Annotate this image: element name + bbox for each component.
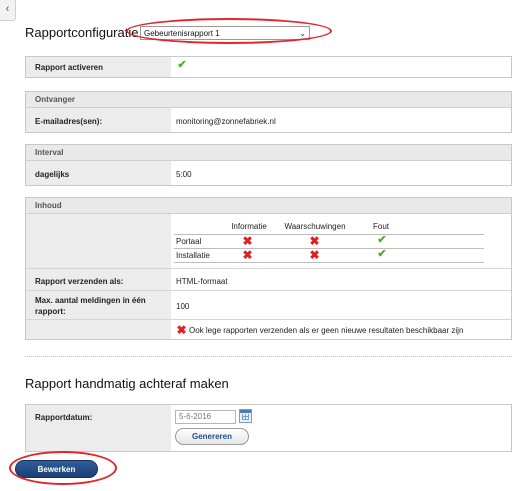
recipient-section-title: Ontvanger	[26, 92, 511, 108]
check-icon[interactable]: ✔	[176, 60, 188, 71]
row-label-installatie: Installatie	[176, 251, 210, 260]
x-icon[interactable]: ✖	[309, 235, 320, 247]
x-icon[interactable]: ✖	[309, 249, 320, 261]
max-notifications-label-line1: Max. aantal meldingen in één	[35, 296, 146, 305]
x-icon[interactable]: ✖	[242, 249, 253, 261]
empty-reports-text: Ook lege rapporten verzenden als er geen…	[189, 326, 464, 335]
back-tab[interactable]: ‹	[0, 0, 16, 21]
section-divider	[25, 356, 512, 357]
interval-panel: Interval dagelijks 5:00	[25, 144, 512, 186]
content-section-title: Inhoud	[26, 198, 511, 214]
check-icon[interactable]: ✔	[376, 235, 388, 246]
x-icon[interactable]: ✖	[176, 324, 187, 336]
email-label: E-mailadres(sen):	[35, 117, 103, 126]
row-label-portaal: Portaal	[176, 237, 202, 246]
report-date-label: Rapportdatum:	[35, 413, 93, 422]
send-as-value: HTML-formaat	[176, 277, 228, 286]
x-icon[interactable]: ✖	[242, 235, 253, 247]
email-value: monitoring@zonnefabriek.nl	[176, 117, 276, 126]
chevron-down-icon: ⌄	[299, 29, 306, 38]
column-fout: Fout	[372, 222, 389, 231]
column-waarschuwingen: Waarschuwingen	[284, 222, 346, 231]
interval-section-title: Interval	[26, 145, 511, 161]
activate-panel: Rapport activeren ✔	[25, 56, 512, 78]
chevron-left-icon: ‹	[5, 3, 10, 15]
manual-report-title: Rapport handmatig achteraf maken	[25, 376, 229, 391]
max-notifications-label-line2: rapport:	[35, 307, 66, 316]
activate-label: Rapport activeren	[35, 63, 104, 72]
send-as-label: Rapport verzenden als:	[35, 277, 124, 286]
generate-button[interactable]: Genereren	[175, 428, 249, 445]
edit-button[interactable]: Bewerken	[15, 460, 98, 478]
report-date-input[interactable]: 5-6-2016	[175, 410, 236, 424]
manual-report-panel: Rapportdatum:	[25, 404, 512, 452]
max-notifications-value: 100	[176, 302, 190, 311]
page-title: Rapportconfiguratie	[25, 25, 139, 40]
interval-value: 5:00	[176, 170, 192, 179]
interval-label: dagelijks	[35, 170, 70, 179]
report-select-value: Gebeurtenisrapport 1	[144, 29, 220, 38]
content-panel: Inhoud Informatie Waarschuwingen Fout Po…	[25, 197, 512, 340]
check-icon[interactable]: ✔	[376, 249, 388, 260]
calendar-icon[interactable]	[239, 409, 252, 423]
recipient-panel: Ontvanger E-mailadres(sen): monitoring@z…	[25, 91, 512, 133]
report-select[interactable]: Gebeurtenisrapport 1 ⌄	[140, 26, 310, 40]
column-informatie: Informatie	[231, 222, 267, 231]
